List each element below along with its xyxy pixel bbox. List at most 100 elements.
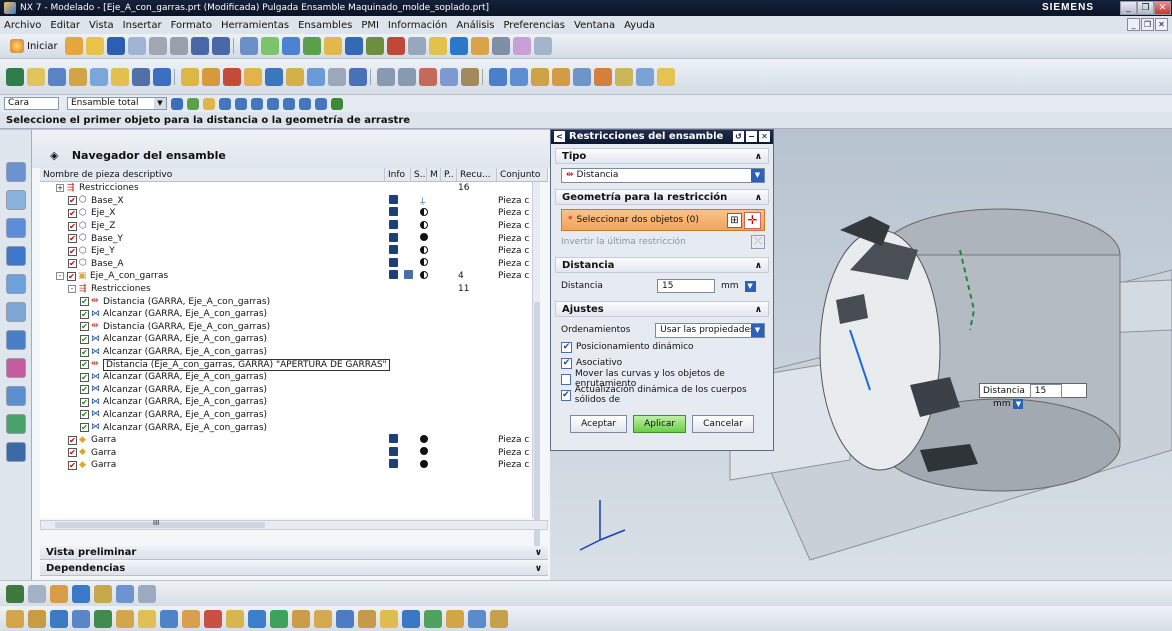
select-filter-icon[interactable] [187,97,199,110]
feature-icon-21[interactable] [446,609,464,628]
visibility-checkbox[interactable]: ✔ [80,423,89,433]
assembly-navigator-tab-icon[interactable] [6,162,26,182]
minimize-dialog-icon[interactable]: − [746,131,757,142]
menu-insertar[interactable]: Insertar [123,20,162,31]
visibility-checkbox[interactable]: ✔ [67,271,76,281]
add-selection-icon[interactable]: ⊞ [727,213,742,228]
menu-ventana[interactable]: Ventana [574,20,615,31]
view-orient-icon[interactable] [344,37,363,55]
reset-icon[interactable]: ↺ [733,131,744,142]
feature-icon-17[interactable] [358,609,376,628]
visibility-checkbox[interactable]: ✔ [80,410,89,420]
feature-icon-15[interactable] [314,609,332,628]
center-snap-icon[interactable] [251,97,263,110]
cut-icon[interactable] [127,37,146,55]
rotate-icon[interactable] [281,37,300,55]
visibility-checkbox[interactable]: ✔ [80,322,89,332]
settings-group-header[interactable]: Ajustes ∧ [555,301,769,317]
visibility-checkbox[interactable]: ✔ [68,460,77,470]
snap-point-icon[interactable] [171,97,183,110]
feature-icon-5[interactable] [94,609,112,628]
column-info[interactable]: Info [385,168,411,181]
tree-row[interactable]: ✔ ◆ Garra Pieza c [40,446,540,459]
chevron-down-icon[interactable]: ▼ [1013,399,1024,409]
tree-row[interactable]: ✔ ⋈ Alcanzar (GARRA, Eje_A_con_garras) [40,308,540,321]
menu-pmi[interactable]: PMI [361,20,379,31]
visibility-checkbox[interactable]: ✔ [80,309,89,319]
close-dialog-icon[interactable]: ✕ [759,131,770,142]
column-p[interactable]: P.. [441,168,457,181]
section-icon[interactable] [386,37,405,55]
thicken-icon[interactable] [531,67,549,86]
dependencies-panel-header[interactable]: Dependencias ∨ [40,562,548,576]
column-recu[interactable]: Recu... [457,168,497,181]
type-group-header[interactable]: Tipo ∧ [555,148,769,164]
undo-icon[interactable] [190,37,209,55]
new-icon[interactable] [64,37,83,55]
scope-select[interactable]: Ensamble total ▼ [67,97,167,110]
menu-preferencias[interactable]: Preferencias [503,20,565,31]
feature-icon-10[interactable] [204,609,222,628]
constraint-navigator-tab-icon[interactable] [6,190,26,210]
column-s[interactable]: S.. [411,168,427,181]
system-materials-tab-icon[interactable] [6,330,26,350]
sequence-icon[interactable] [50,584,68,603]
curve-icon[interactable] [440,67,458,86]
menu-informacion[interactable]: Información [388,20,447,31]
measure-icon[interactable] [407,37,426,55]
clearance-icon[interactable] [72,584,90,603]
apply-button[interactable]: Aplicar [633,415,687,433]
sketch-icon[interactable] [419,67,437,86]
point-on-curve-icon[interactable] [331,97,343,110]
constraint-icon[interactable] [132,67,150,86]
line-icon[interactable] [377,67,395,86]
visibility-checkbox[interactable]: ✔ [68,448,77,458]
tree-row[interactable]: ✔ ⬡ Base_X ⍊ Pieza c [40,194,540,208]
collapse-icon[interactable]: - [68,285,76,294]
visibility-checkbox[interactable]: ✔ [68,435,77,445]
dynamic-update-option[interactable]: ✔ Actualización dinámica de los cuerpos … [561,385,765,405]
redo-icon[interactable] [211,37,230,55]
move-curves-checkbox[interactable] [561,373,571,385]
mdi-close-button[interactable]: ✕ [1155,18,1168,31]
visibility-checkbox[interactable]: ✔ [68,259,77,269]
wcs-icon[interactable] [449,37,468,55]
feature-icon-1[interactable] [6,609,24,628]
tree-row[interactable]: ✔ ⋈ Alcanzar (GARRA, Eje_A_con_garras) [40,384,540,397]
ok-button[interactable]: Aceptar [570,415,628,433]
existing-point-icon[interactable] [299,97,311,110]
close-button[interactable]: ✕ [1154,1,1171,15]
mirror-feature-icon[interactable] [594,67,612,86]
menu-editar[interactable]: Editar [50,20,80,31]
geometry-group-header[interactable]: Geometría para la restricción ∧ [555,189,769,205]
tree-row[interactable]: ✔ ⬡ Eje_Y Pieza c [40,245,540,258]
tree-row[interactable]: ✔ ⋈ Alcanzar (GARRA, Eje_A_con_garras) [40,371,540,384]
tree-row[interactable]: ✔ ⇹ Distancia (Eje_A_con_garras, GARRA) "A… [40,358,540,371]
navigator-vertical-scrollbar[interactable] [532,182,540,552]
tree-row[interactable]: ✔ ⇹ Distancia (GARRA, Eje_A_con_garras) [40,295,540,308]
visibility-checkbox[interactable]: ✔ [80,360,89,370]
sweep-icon[interactable] [615,67,633,86]
boss-icon[interactable] [244,67,262,86]
tree-row[interactable]: ✔ ⬡ Eje_Z Pieza c [40,220,540,233]
dynamic-positioning-option[interactable]: ✔ Posicionamiento dinámico [561,339,765,355]
feature-icon-4[interactable] [72,609,90,628]
extrude-icon[interactable] [181,67,199,86]
move-component-icon[interactable] [111,67,129,86]
blank-icon[interactable] [428,37,447,55]
tree-row[interactable]: ✔ ⬡ Eje_X Pieza c [40,207,540,220]
distance-group-header[interactable]: Distancia ∧ [555,257,769,273]
menu-archivo[interactable]: Archivo [4,20,41,31]
feature-icon-22[interactable] [468,609,486,628]
unite-icon[interactable] [349,67,367,86]
crosshair-icon[interactable]: ✛ [744,212,761,229]
feature-icon-13[interactable] [270,609,288,628]
palette-tab-icon[interactable] [6,442,26,462]
reference-set-icon[interactable] [153,67,171,86]
thread-icon[interactable] [657,67,675,86]
arrangement-icon[interactable] [116,584,134,603]
tree-row[interactable]: ✔ ⬡ Base_A Pieza c [40,257,540,271]
feature-icon-14[interactable] [292,609,310,628]
exploded-view-icon[interactable] [94,584,112,603]
trim-icon[interactable] [328,67,346,86]
